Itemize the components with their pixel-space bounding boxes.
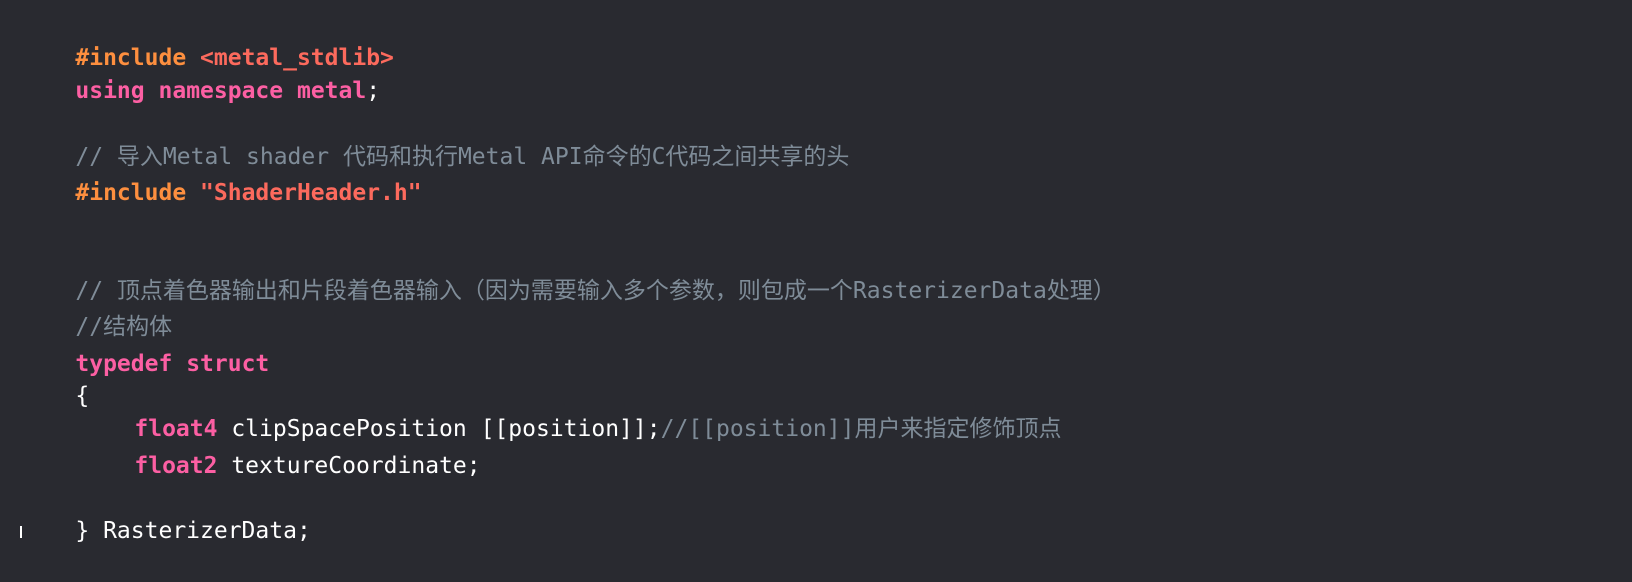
struct-closing: } RasterizerData; bbox=[75, 518, 311, 544]
code-editor[interactable]: #include <metal_stdlib> using namespace … bbox=[0, 0, 1632, 544]
code-line-comment-header[interactable]: // 导入Metal shader 代码和执行Metal API命令的C代码之间… bbox=[20, 106, 849, 170]
code-line-clip-space-position[interactable]: float4 clipSpacePosition [[position]];//… bbox=[79, 378, 1061, 442]
code-comment: // 顶点着色器输出和片段着色器输入（因为需要输入多个参数，则包成一个Raste… bbox=[75, 278, 1116, 304]
text-cursor bbox=[20, 526, 22, 538]
code-line-typedef-struct[interactable]: typedef struct bbox=[20, 313, 269, 377]
code-line-using-namespace[interactable]: using namespace metal; bbox=[20, 40, 380, 104]
keyword-typedef: typedef bbox=[75, 351, 173, 377]
code-line-include-stdlib[interactable]: #include <metal_stdlib> bbox=[20, 7, 394, 71]
semicolon: ; bbox=[366, 78, 381, 104]
code-line-open-brace[interactable]: { bbox=[20, 345, 89, 409]
keyword-using: using bbox=[75, 78, 145, 104]
field-declaration: textureCoordinate; bbox=[217, 453, 481, 479]
code-line-include-shader-header[interactable]: #include "ShaderHeader.h" bbox=[20, 142, 421, 206]
code-line-texture-coordinate[interactable]: float2 textureCoordinate; bbox=[79, 415, 480, 479]
preprocessor-directive: #include bbox=[75, 180, 187, 206]
code-line-comment-vertex-output[interactable]: // 顶点着色器输出和片段着色器输入（因为需要输入多个参数，则包成一个Raste… bbox=[20, 240, 1115, 304]
type-float2: float2 bbox=[134, 453, 218, 479]
keyword-namespace: namespace bbox=[158, 78, 284, 104]
code-line-close-struct[interactable]: } RasterizerData; bbox=[20, 480, 310, 544]
code-line-comment-struct[interactable]: //结构体 bbox=[20, 276, 172, 340]
keyword-struct: struct bbox=[186, 351, 270, 377]
include-path: "ShaderHeader.h" bbox=[200, 180, 422, 206]
code-comment: //[[position]]用户来指定修饰顶点 bbox=[660, 416, 1062, 442]
namespace-name: metal bbox=[296, 78, 367, 104]
